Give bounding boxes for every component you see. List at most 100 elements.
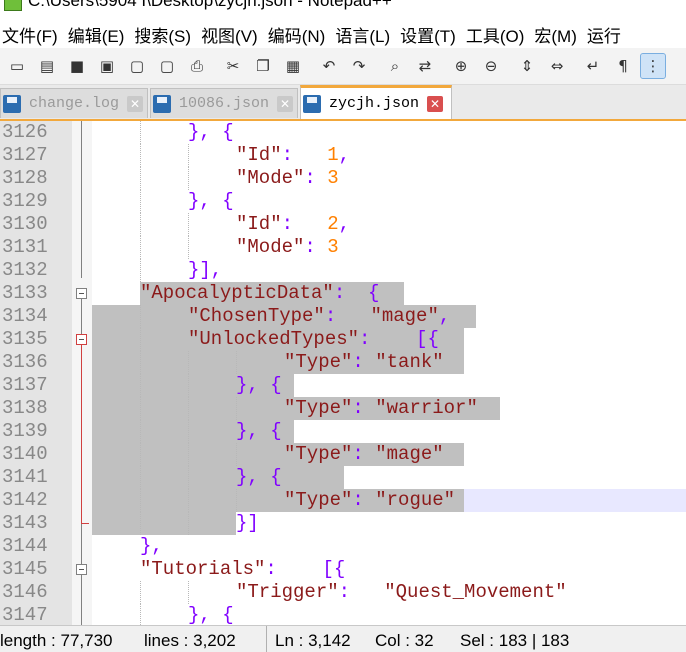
menu-item[interactable]: 文件(F) [0,22,66,47]
code-line[interactable]: 3130 "Id": 2, [0,213,686,236]
indent-guide [188,167,189,190]
code-token: 3 [327,236,339,258]
close-all-icon[interactable]: ▢ [155,54,179,78]
code-line[interactable]: 3134 "ChosenType": "mage", [0,305,686,328]
code-token: "ChosenType" [188,305,325,327]
show-all-chars-icon[interactable]: ¶ [611,54,635,78]
code-line[interactable]: 3136 "Type": "tank" [0,351,686,374]
code-token: "Tutorials" [140,558,266,580]
zoom-in-icon[interactable]: ⊕ [449,54,473,78]
code-line[interactable]: 3137}, { [0,374,686,397]
code-line[interactable]: 3126}, { [0,121,686,144]
code-text: }, { [236,420,282,443]
sync-horizontal-icon[interactable]: ⇔ [545,54,569,78]
close-icon[interactable]: ✕ [277,95,293,112]
fold-toggle-icon[interactable] [76,334,87,345]
code-token: : [352,489,376,511]
indent-guide-icon[interactable]: ⋮ [640,53,666,79]
save-all-icon[interactable]: ▣ [95,54,119,78]
code-line[interactable]: 3142 "Type": "rogue" [0,489,686,512]
code-token: : [281,144,328,166]
redo-icon[interactable]: ↷ [347,54,371,78]
code-line[interactable]: 3146 "Trigger": "Quest_Movement" [0,581,686,604]
indent-guide [140,397,141,420]
indent-guide [188,443,189,466]
indent-guide [140,466,141,489]
copy-icon[interactable]: ❐ [251,54,275,78]
close-icon[interactable]: ▢ [125,54,149,78]
tab-10086-json[interactable]: 10086.json ✕ [150,88,298,118]
line-number: 3132 [2,259,48,281]
code-line[interactable]: 3139}, { [0,420,686,443]
tab-bar: change.log ✕ 10086.json ✕ zycjh.json ✕ [0,85,686,121]
zoom-out-icon[interactable]: ⊖ [479,54,503,78]
menu-item[interactable]: 视图(V) [199,22,266,47]
line-number: 3136 [2,351,48,373]
menu-item[interactable]: 宏(M) [532,22,584,47]
code-token: "warrior" [375,397,478,419]
indent-guide [140,213,141,236]
code-token: : [338,581,385,603]
code-line[interactable]: 3140 "Type": "mage" [0,443,686,466]
line-number: 3140 [2,443,48,465]
cut-icon[interactable]: ✂ [221,54,245,78]
code-text: "UnlockedTypes": [{ [188,328,439,351]
new-file-icon[interactable]: ▭ [5,54,29,78]
open-file-icon[interactable]: ▤ [35,54,59,78]
indent-guide [236,397,237,420]
replace-icon[interactable]: ⇄ [413,54,437,78]
code-line[interactable]: 3147}, { [0,604,686,625]
code-token: "Id" [236,213,282,235]
code-text: "Type": "tank" [284,351,444,374]
indent-guide [188,581,189,604]
code-token: "Type" [284,351,353,373]
menu-item[interactable]: 设置(T) [398,22,464,47]
tab-zycjh-json[interactable]: zycjh.json ✕ [300,85,452,119]
fold-toggle-icon[interactable] [76,288,87,299]
paste-icon[interactable]: ▦ [281,54,305,78]
word-wrap-icon[interactable]: ↵ [581,54,605,78]
line-number: 3145 [2,558,48,580]
code-line[interactable]: 3144}, [0,535,686,558]
close-icon[interactable]: ✕ [427,95,444,112]
code-line[interactable]: 3128 "Mode": 3 [0,167,686,190]
print-icon[interactable]: ⎙ [185,54,209,78]
menu-item[interactable]: 语言(L) [333,22,398,47]
menu-item[interactable]: 运行 [585,22,629,47]
toolbar: ▭ ▤ ■ ▣ ▢ ▢ ⎙ ✂ ❐ ▦ ↶ ↷ ⌕ ⇄ ⊕ ⊖ ⇕ ⇔ ↵ ¶ ⋮ [0,48,686,85]
code-line[interactable]: 3129}, { [0,190,686,213]
find-icon[interactable]: ⌕ [383,54,407,78]
save-icon[interactable]: ■ [65,54,89,78]
tab-label: 10086.json [178,95,269,112]
code-text: }, { [236,466,282,489]
code-line[interactable]: 3133 "ApocalypticData": { [0,282,686,305]
status-lines: lines : 3,202 [144,631,236,650]
code-token: }, { [188,190,234,212]
undo-icon[interactable]: ↶ [317,54,341,78]
code-line[interactable]: 3143}] [0,512,686,535]
code-token: }, { [188,604,234,625]
menu-item[interactable]: 编码(N) [266,22,334,47]
code-text: }], [188,259,222,282]
code-line[interactable]: 3145 "Tutorials": [{ [0,558,686,581]
fold-line [81,121,82,278]
fold-toggle-icon[interactable] [76,564,87,575]
code-line[interactable]: 3135 "UnlockedTypes": [{ [0,328,686,351]
code-line[interactable]: 3141}, { [0,466,686,489]
close-icon[interactable]: ✕ [127,95,143,112]
code-line[interactable]: 3127 "Id": 1, [0,144,686,167]
menu-item[interactable]: 工具(O) [464,22,533,47]
indent-guide [140,443,141,466]
menu-item[interactable]: 编辑(E) [66,22,133,47]
code-line[interactable]: 3131 "Mode": 3 [0,236,686,259]
code-line[interactable]: 3138 "Type": "warrior" [0,397,686,420]
indent-guide [140,374,141,397]
tab-change-log[interactable]: change.log ✕ [0,88,148,118]
window-title: C:\Users\5904 I\Desktop\zycjh.json - Not… [28,0,392,10]
menu-item[interactable]: 搜索(S) [132,22,199,47]
code-editor[interactable]: 3126}, {3127 "Id": 1, 3128 "Mode": 3 3129}, … [0,121,686,625]
code-line[interactable]: 3132}], [0,259,686,282]
code-text: }, { [188,604,234,625]
line-number: 3138 [2,397,48,419]
sync-vertical-icon[interactable]: ⇕ [515,54,539,78]
